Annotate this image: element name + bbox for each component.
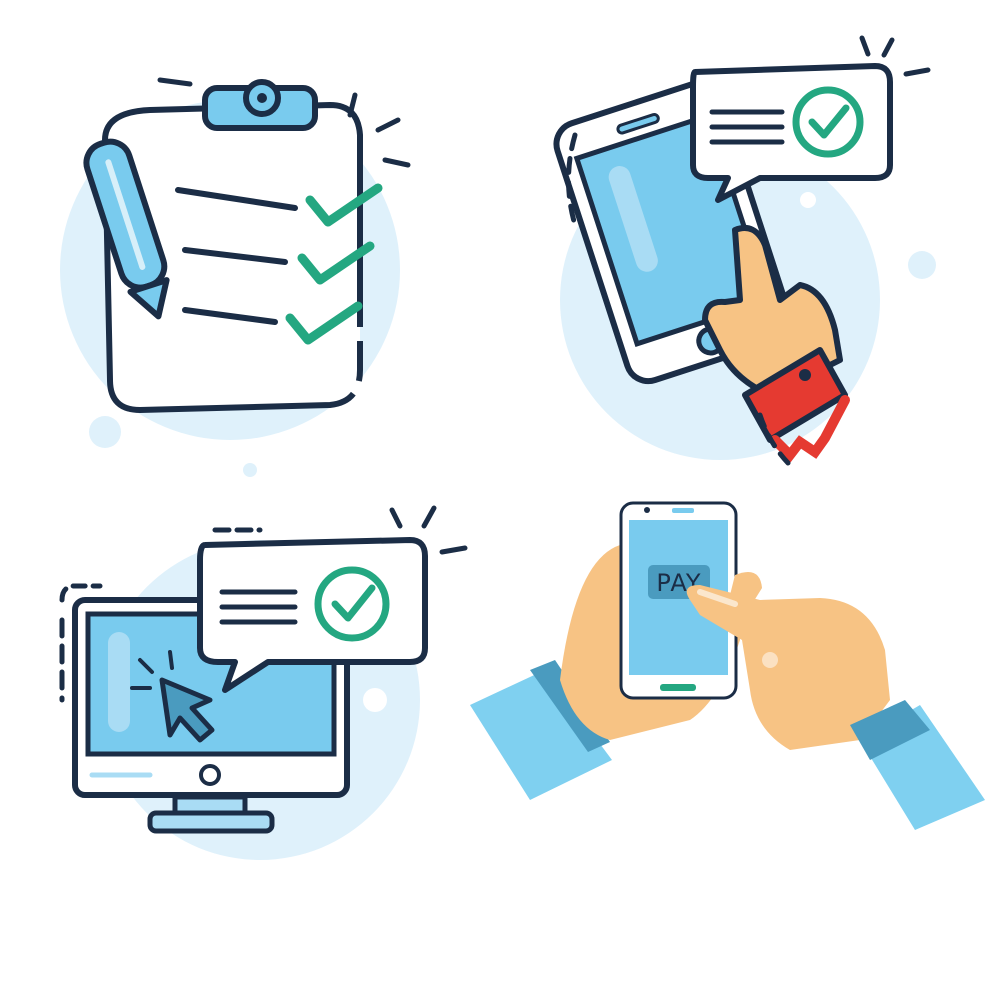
smartphone-confirmation-icon [553,35,936,468]
computer-confirmation-icon [59,505,468,860]
illustration-canvas: PAY [59,35,985,860]
clipboard-checklist-icon [60,77,411,477]
mobile-payment-icon: PAY [470,501,985,830]
